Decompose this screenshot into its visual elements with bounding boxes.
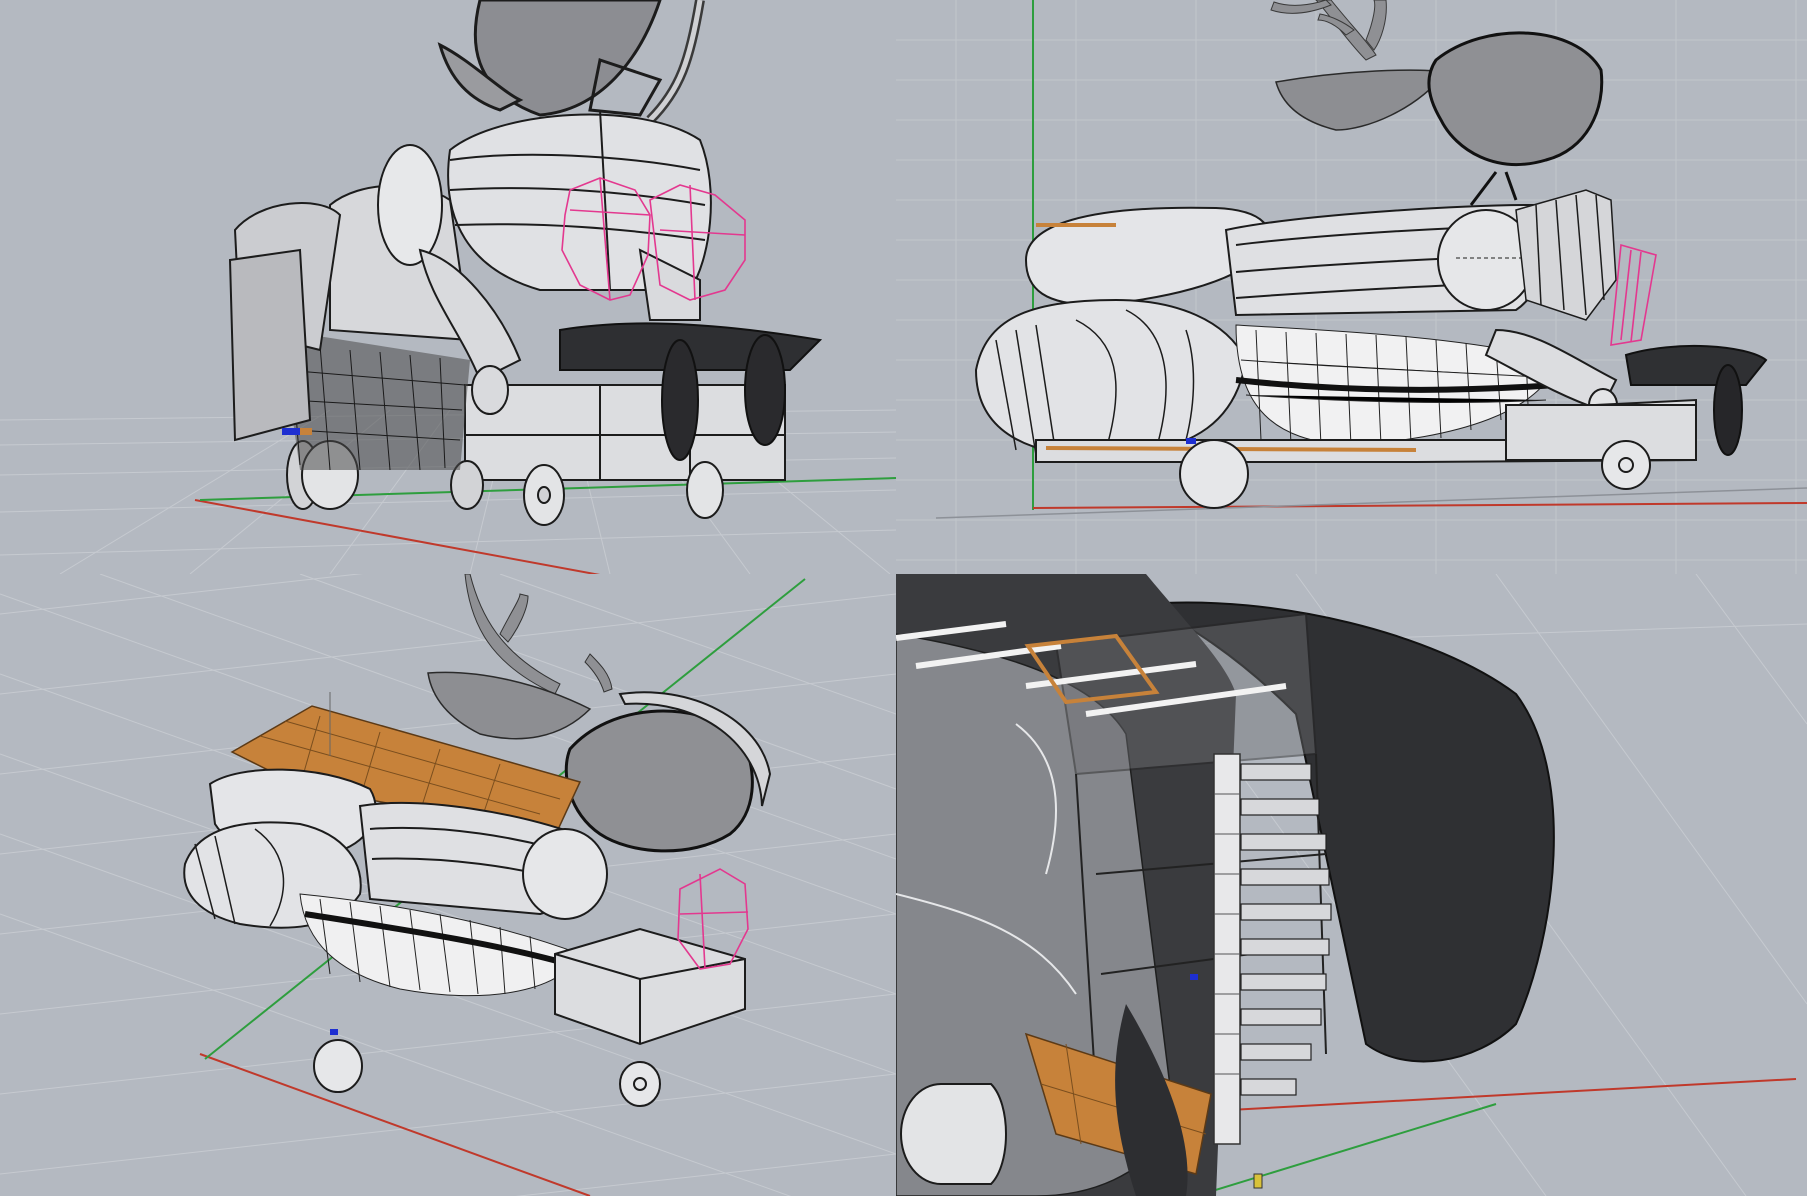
x-axis-line	[199, 1053, 591, 1196]
light-marker	[1253, 1173, 1263, 1189]
neck-rod	[1504, 171, 1518, 201]
viewport-canvas[interactable]	[896, 574, 1807, 1196]
head-outline[interactable]	[437, 0, 705, 124]
cart-wheels[interactable]	[313, 1039, 661, 1107]
y-axis-line	[1195, 1103, 1497, 1196]
viewport-side[interactable]	[896, 0, 1807, 574]
viewport-canvas[interactable]	[896, 0, 1807, 574]
selected-heart-wireframe[interactable]	[1610, 243, 1657, 346]
viewport-canvas[interactable]	[0, 0, 896, 574]
neck-plates[interactable]	[1515, 189, 1617, 321]
cart-chassis[interactable]	[554, 927, 746, 1046]
viewport-canvas[interactable]	[0, 574, 896, 1196]
antler[interactable]	[1270, 0, 1387, 61]
ear[interactable]	[1275, 69, 1448, 131]
viewport-perspective-iso[interactable]	[0, 574, 896, 1196]
gumball-icon[interactable]	[330, 1029, 338, 1035]
viewport-perspective-front[interactable]	[0, 0, 896, 574]
cart-wheels[interactable]	[900, 1083, 1007, 1185]
spine-column[interactable]	[1213, 753, 1241, 1145]
rib-plates[interactable]	[1240, 763, 1332, 1096]
head[interactable]	[1427, 31, 1604, 166]
gumball-icon[interactable]	[1190, 974, 1198, 980]
viewport-cutaway-rear[interactable]	[896, 574, 1807, 1196]
platform-edge	[300, 428, 312, 435]
ear[interactable]	[427, 671, 592, 740]
gumball-icon[interactable]	[1186, 438, 1196, 444]
rhino-viewport-grid	[0, 0, 1807, 1196]
shoulder-joint[interactable]	[522, 828, 608, 920]
x-axis-line	[1032, 502, 1807, 509]
cart-chassis[interactable]	[464, 384, 786, 481]
